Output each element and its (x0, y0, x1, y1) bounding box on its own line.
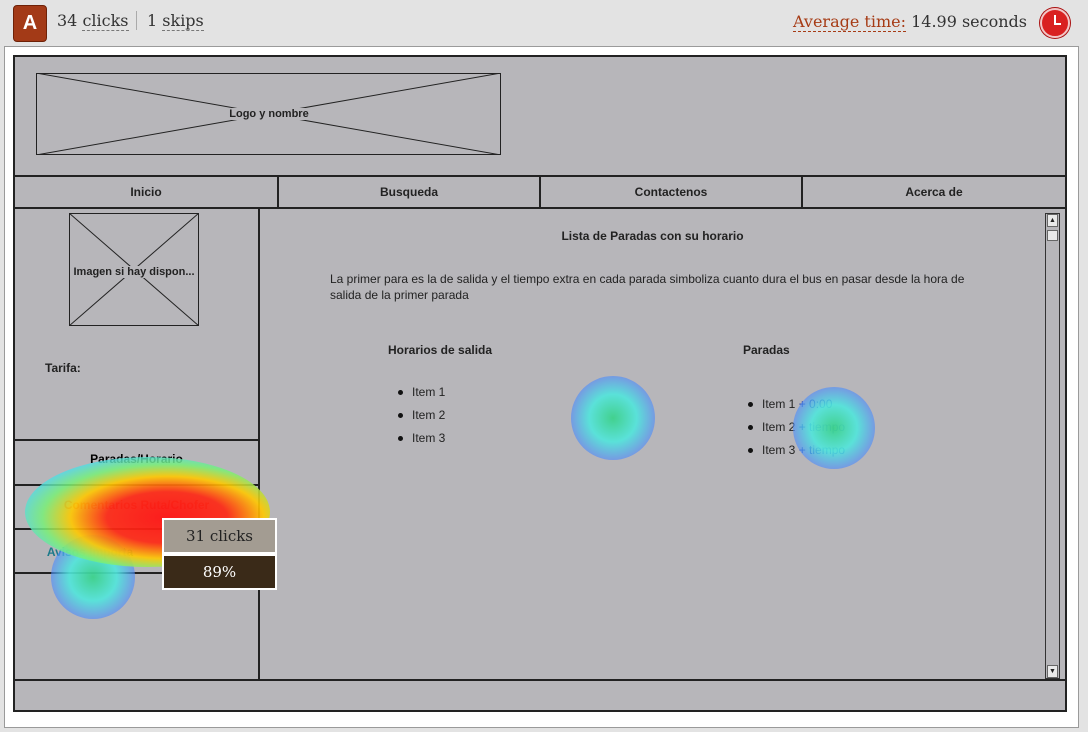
nav-bar: Inicio Busqueda Contactenos Acerca de (15, 175, 1065, 209)
image-label: Imagen si hay dispon... (73, 266, 195, 278)
average-time: Average time: 14.99 seconds (793, 12, 1027, 32)
task-badge: A (13, 5, 47, 42)
heatmap-toolbar: A 34 clicks 1 skips Average time: 14.99 … (0, 0, 1088, 46)
sidebar: Imagen si hay dispon... Tarifa: Paradas/… (15, 209, 260, 679)
scrollbar[interactable]: ▲ ▼ (1045, 213, 1060, 679)
parada-label: Item 3 (762, 443, 796, 457)
parada-extra: + tiempo (798, 420, 846, 434)
logo-placeholder: Logo y nombre (36, 73, 501, 155)
clock-icon (1040, 8, 1070, 38)
tooltip-clicks: 31 clicks (162, 518, 277, 554)
list-item: Item 2 + tiempo (748, 420, 845, 443)
paradas-list: Item 1 + 0:00 Item 2 + tiempo Item 3 + t… (748, 397, 845, 466)
logo-label: Logo y nombre (219, 108, 319, 120)
scroll-up-icon[interactable]: ▲ (1047, 214, 1058, 227)
sidebar-item-avisos[interactable]: Avisos Importa (15, 545, 165, 559)
parada-extra: + 0:00 (798, 397, 833, 411)
average-time-value: 14.99 seconds (911, 12, 1027, 31)
nav-item-busqueda[interactable]: Busqueda (279, 177, 539, 207)
horarios-list: Item 1 Item 2 Item 3 (398, 385, 445, 454)
list-item: Item 2 (398, 408, 445, 431)
clicks-count: 34 (57, 11, 78, 30)
clicks-label[interactable]: clicks (82, 11, 129, 31)
wireframe-canvas[interactable]: Logo y nombre Inicio Busqueda Contacteno… (13, 55, 1067, 712)
sidebar-item-comentarios[interactable]: Comentarios Ruta/Chofer (15, 498, 258, 512)
stat-divider (136, 11, 137, 30)
skips-label[interactable]: skips (162, 11, 204, 31)
content-title: Lista de Paradas con su horario (561, 229, 744, 243)
skips-stat[interactable]: 1 skips (147, 11, 204, 31)
list-item: Item 3 + tiempo (748, 443, 845, 466)
list-item: Item 1 (398, 385, 445, 408)
paradas-title: Paradas (743, 343, 790, 357)
parada-extra: + tiempo (798, 443, 846, 457)
sidebar-divider (15, 484, 258, 486)
content-description: La primer para es la de salida y el tiem… (330, 272, 965, 302)
tooltip-percent: 89% (162, 554, 277, 590)
average-time-label: Average time: (793, 12, 906, 32)
clicks-stat[interactable]: 34 clicks (57, 11, 129, 31)
scroll-down-icon[interactable]: ▼ (1047, 665, 1058, 678)
sidebar-item-paradas-horario[interactable]: Paradas/Horario (15, 452, 258, 466)
main-content: Lista de Paradas con su horario La prime… (260, 209, 1065, 679)
parada-label: Item 1 (762, 397, 796, 411)
footer-divider (15, 679, 1065, 681)
nav-item-acerca-de[interactable]: Acerca de (803, 177, 1065, 207)
click-tooltip: 31 clicks 89% (162, 518, 277, 590)
tarifa-label: Tarifa: (45, 361, 81, 375)
sidebar-divider (15, 439, 258, 441)
scroll-thumb[interactable] (1047, 230, 1058, 241)
nav-item-contactenos[interactable]: Contactenos (541, 177, 801, 207)
horarios-title: Horarios de salida (388, 343, 493, 357)
skips-count: 1 (147, 11, 158, 30)
list-item: Item 1 + 0:00 (748, 397, 845, 420)
image-placeholder: Imagen si hay dispon... (69, 213, 199, 326)
nav-item-inicio[interactable]: Inicio (15, 177, 277, 207)
parada-label: Item 2 (762, 420, 796, 434)
list-item: Item 3 (398, 431, 445, 454)
